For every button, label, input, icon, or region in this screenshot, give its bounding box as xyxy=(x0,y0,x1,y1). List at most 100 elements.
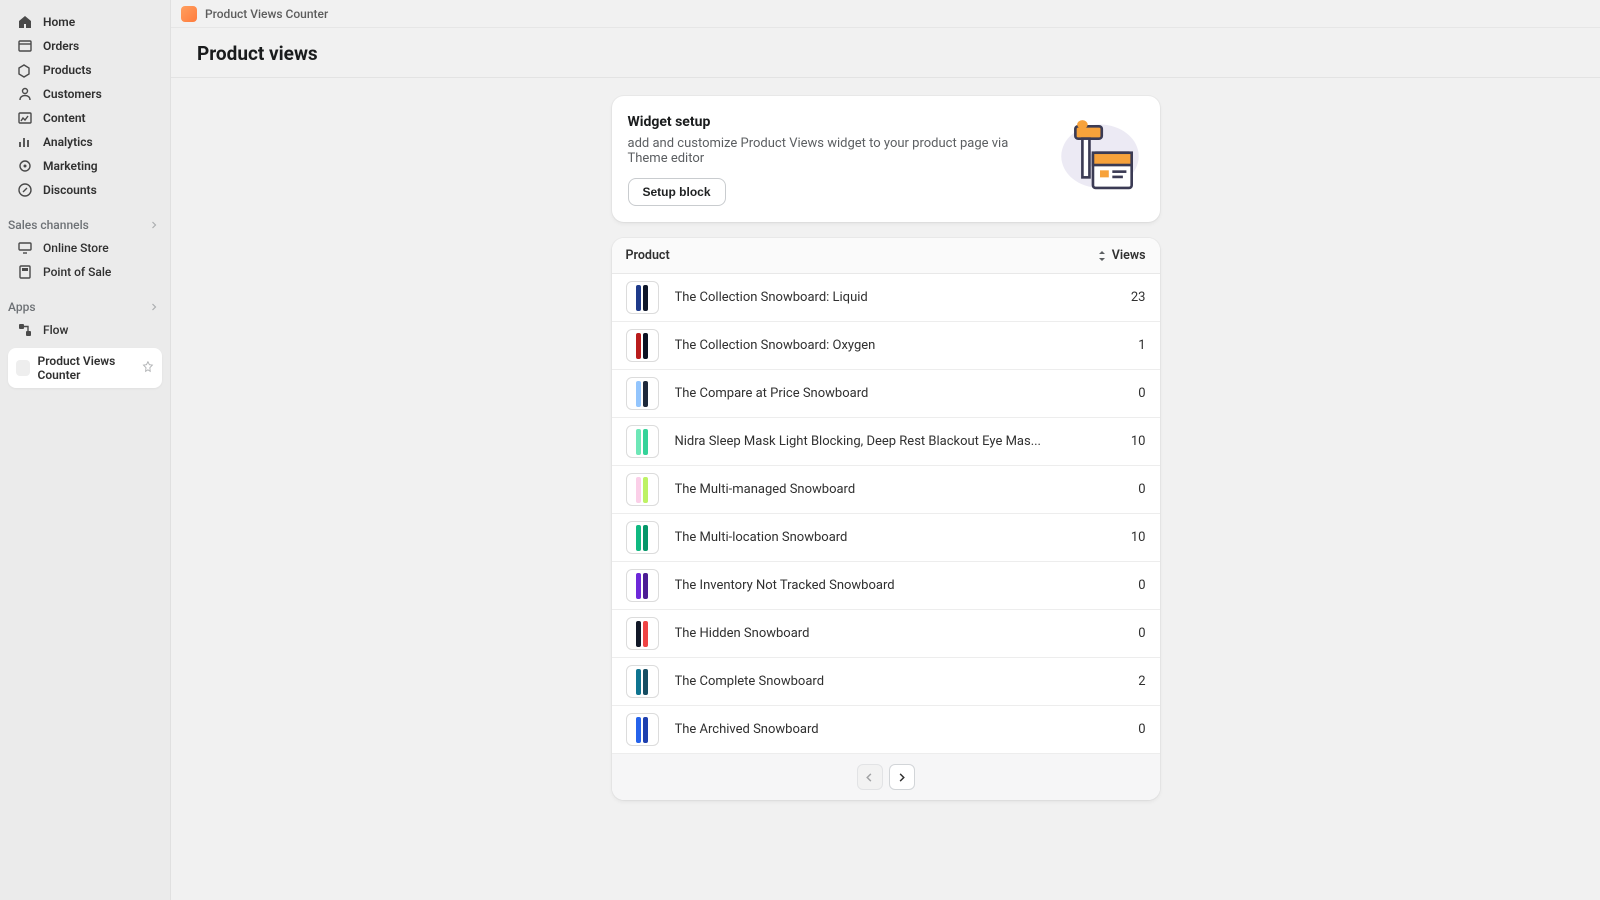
views-value: 10 xyxy=(1122,434,1146,449)
table-row[interactable]: The Hidden Snowboard0 xyxy=(612,610,1160,658)
page-title: Product views xyxy=(171,28,1600,77)
product-thumb xyxy=(626,569,659,602)
customers-icon xyxy=(17,86,33,102)
subnav-pos[interactable]: Point of Sale xyxy=(0,260,170,284)
app-icon xyxy=(16,360,30,376)
table-row[interactable]: The Collection Snowboard: Oxygen1 xyxy=(612,322,1160,370)
nav-label: Products xyxy=(43,63,92,77)
nav-customers[interactable]: Customers xyxy=(0,82,170,106)
product-name: The Inventory Not Tracked Snowboard xyxy=(675,578,1122,593)
topbar: Product Views Counter xyxy=(171,0,1600,28)
orders-icon xyxy=(17,38,33,54)
product-thumb xyxy=(626,713,659,746)
table-row[interactable]: The Multi-managed Snowboard0 xyxy=(612,466,1160,514)
widget-illustration xyxy=(1056,114,1144,202)
product-name: The Hidden Snowboard xyxy=(675,626,1122,641)
subnav-label: Point of Sale xyxy=(43,265,111,279)
product-thumb xyxy=(626,329,659,362)
pos-icon xyxy=(17,264,33,280)
nav-orders[interactable]: Orders xyxy=(0,34,170,58)
nav-label: Discounts xyxy=(43,183,97,197)
nav-label: Customers xyxy=(43,87,102,101)
next-page-button[interactable] xyxy=(889,764,915,790)
app-icon xyxy=(181,6,197,22)
product-name: The Complete Snowboard xyxy=(675,674,1122,689)
nav-content[interactable]: Content xyxy=(0,106,170,130)
main: Product Views Counter Product views Widg… xyxy=(171,0,1600,900)
nav-label: Home xyxy=(43,15,75,29)
discounts-icon xyxy=(17,182,33,198)
views-value: 0 xyxy=(1122,722,1146,737)
chevron-right-icon xyxy=(148,301,160,313)
sales-channels-label: Sales channels xyxy=(8,218,89,232)
nav-label: Analytics xyxy=(43,135,93,149)
topbar-app-name: Product Views Counter xyxy=(205,7,328,21)
sort-icon xyxy=(1096,250,1108,262)
nav-label: Orders xyxy=(43,39,79,53)
views-value: 10 xyxy=(1122,530,1146,545)
products-icon xyxy=(17,62,33,78)
marketing-icon xyxy=(17,158,33,174)
apps-header[interactable]: Apps xyxy=(0,296,170,318)
chevron-right-icon xyxy=(148,219,160,231)
nav-products[interactable]: Products xyxy=(0,58,170,82)
table-row[interactable]: The Archived Snowboard0 xyxy=(612,706,1160,753)
sidebar: Home Orders Products Customers Content Analyt… xyxy=(0,0,171,900)
product-name: The Multi-managed Snowboard xyxy=(675,482,1122,497)
product-name: The Collection Snowboard: Oxygen xyxy=(675,338,1122,353)
setup-block-button[interactable]: Setup block xyxy=(628,178,726,206)
table-row[interactable]: Nidra Sleep Mask Light Blocking, Deep Re… xyxy=(612,418,1160,466)
views-value: 0 xyxy=(1122,482,1146,497)
table-row[interactable]: The Multi-location Snowboard10 xyxy=(612,514,1160,562)
table-row[interactable]: The Inventory Not Tracked Snowboard0 xyxy=(612,562,1160,610)
home-icon xyxy=(17,14,33,30)
widget-setup-card: Widget setup add and customize Product V… xyxy=(612,96,1160,222)
sidebar-current-app[interactable]: Product Views Counter xyxy=(8,348,162,388)
prev-page-button xyxy=(857,764,883,790)
product-thumb xyxy=(626,425,659,458)
views-value: 0 xyxy=(1122,578,1146,593)
apps-label: Apps xyxy=(8,300,36,314)
subnav-flow[interactable]: Flow xyxy=(0,318,170,342)
views-value: 0 xyxy=(1122,626,1146,641)
product-name: The Collection Snowboard: Liquid xyxy=(675,290,1122,305)
nav-analytics[interactable]: Analytics xyxy=(0,130,170,154)
product-thumb xyxy=(626,665,659,698)
table-row[interactable]: The Collection Snowboard: Liquid23 xyxy=(612,274,1160,322)
table-header: Product Views xyxy=(612,238,1160,274)
divider xyxy=(171,77,1600,78)
nav-marketing[interactable]: Marketing xyxy=(0,154,170,178)
pin-icon[interactable] xyxy=(142,361,154,375)
flow-icon xyxy=(17,322,33,338)
product-name: The Multi-location Snowboard xyxy=(675,530,1122,545)
product-thumb xyxy=(626,617,659,650)
products-table: Product Views The Collection Snowboard: … xyxy=(612,238,1160,800)
table-row[interactable]: The Complete Snowboard2 xyxy=(612,658,1160,706)
product-name: Nidra Sleep Mask Light Blocking, Deep Re… xyxy=(675,434,1122,449)
product-name: The Archived Snowboard xyxy=(675,722,1122,737)
column-product[interactable]: Product xyxy=(626,248,1096,263)
views-value: 2 xyxy=(1122,674,1146,689)
analytics-icon xyxy=(17,134,33,150)
widget-subtitle: add and customize Product Views widget t… xyxy=(628,136,1044,166)
nav-discounts[interactable]: Discounts xyxy=(0,178,170,202)
nav-label: Content xyxy=(43,111,86,125)
product-thumb xyxy=(626,473,659,506)
onlinestore-icon xyxy=(17,240,33,256)
views-value: 1 xyxy=(1122,338,1146,353)
product-thumb xyxy=(626,281,659,314)
sales-channels-header[interactable]: Sales channels xyxy=(0,214,170,236)
subnav-label: Flow xyxy=(43,323,68,337)
widget-title: Widget setup xyxy=(628,114,1044,130)
pagination xyxy=(612,753,1160,800)
nav-label: Marketing xyxy=(43,159,98,173)
product-thumb xyxy=(626,377,659,410)
content-wrap: Widget setup add and customize Product V… xyxy=(171,96,1600,816)
column-views[interactable]: Views xyxy=(1096,248,1146,263)
current-app-label: Product Views Counter xyxy=(38,354,143,382)
content-icon xyxy=(17,110,33,126)
views-value: 0 xyxy=(1122,386,1146,401)
nav-home[interactable]: Home xyxy=(0,10,170,34)
table-row[interactable]: The Compare at Price Snowboard0 xyxy=(612,370,1160,418)
subnav-onlinestore[interactable]: Online Store xyxy=(0,236,170,260)
